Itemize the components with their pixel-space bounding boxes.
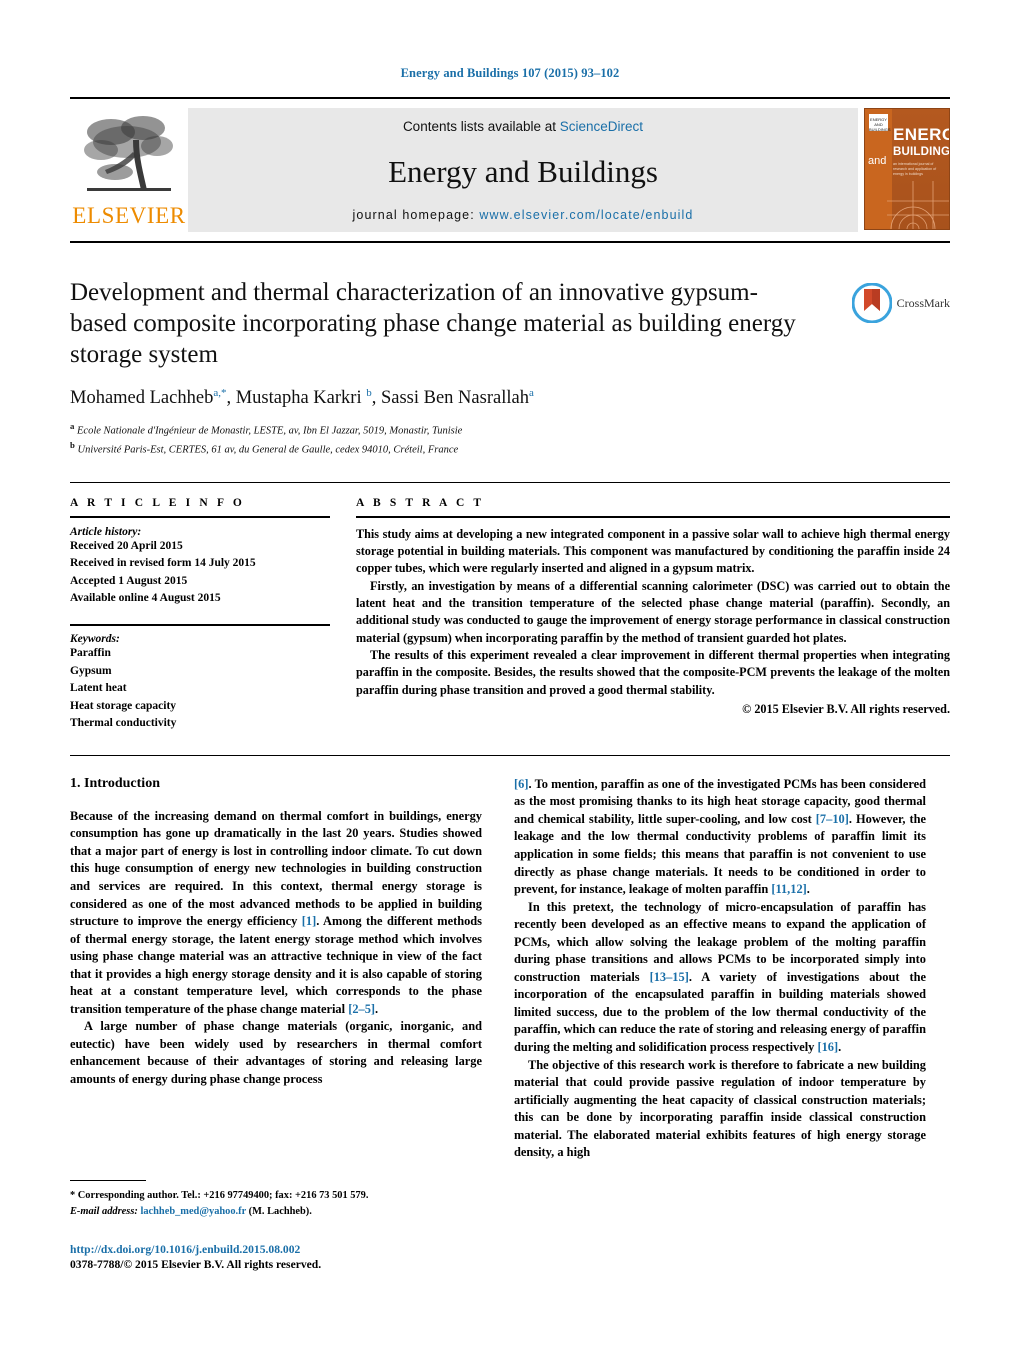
author-list: Mohamed Lachheba,*, Mustapha Karkri b, S… [70, 387, 534, 409]
footnote-rule [70, 1180, 146, 1181]
contents-prefix: Contents lists available at [402, 119, 560, 134]
intro-p1-part-c: . [375, 1001, 379, 1016]
abstract-paragraph: The results of this experiment revealed … [356, 647, 950, 697]
citation-ref[interactable]: [11,12] [771, 882, 806, 896]
keyword-item: Heat storage capacity [70, 699, 177, 712]
article-history-list: Received 20 April 2015 Received in revis… [70, 538, 330, 608]
footnote-corresponding: * Corresponding author. Tel.: +216 97749… [70, 1190, 369, 1201]
cover-and: and [868, 155, 887, 167]
keywords-label: Keywords: [70, 633, 120, 646]
cover-subtitle: an international journal of research and… [893, 162, 937, 176]
article-info-heading: A R T I C L E I N F O [70, 496, 245, 509]
journal-masthead: ELSEVIER Contents lists available at Sci… [70, 97, 950, 243]
title-block: Development and thermal characterization… [70, 277, 950, 458]
abstract-column: A B S T R A C T This study aims at devel… [356, 497, 950, 733]
body-column-left: 1. Introduction Because of the increasin… [70, 776, 482, 1162]
intro-p3-part-c: . [806, 882, 810, 897]
keyword-item: Paraffin [70, 647, 111, 660]
info-abstract-section: A R T I C L E I N F O Article history: R… [70, 483, 950, 733]
intro-p4-part-c: . [838, 1040, 842, 1055]
history-item: Accepted 1 August 2015 [70, 574, 188, 587]
citation-ref[interactable]: [1] [302, 914, 316, 928]
journal-homepage-link[interactable]: www.elsevier.com/locate/enbuild [479, 208, 693, 222]
intro-paragraph-1: Because of the increasing demand on ther… [70, 808, 482, 1019]
contents-available-line: Contents lists available at ScienceDirec… [403, 119, 643, 134]
crossmark-label: CrossMark [896, 295, 950, 310]
paper-page: Energy and Buildings 107 (2015) 93–102 E… [0, 0, 1020, 1351]
abstract-body: This study aims at developing a new inte… [356, 526, 950, 699]
intro-p1-part-a: Because of the increasing demand on ther… [70, 808, 482, 929]
crossmark-badge[interactable]: CrossMark [851, 283, 950, 323]
cover-buildings: BUILDINGS [893, 146, 950, 158]
affiliation-a-text: Ecole Nationale d'Ingénieur de Monastir,… [77, 425, 463, 437]
article-body: 1. Introduction Because of the increasin… [70, 776, 950, 1162]
abstract-copyright: © 2015 Elsevier B.V. All rights reserved… [742, 701, 950, 716]
cover-badge: ENERGY AND BUILDINGS [869, 114, 891, 132]
keywords-list: Paraffin Gypsum Latent heat Heat storage… [70, 645, 330, 732]
keyword-item: Gypsum [70, 664, 112, 677]
corresponding-author-footnote: * Corresponding author. Tel.: +216 97749… [70, 1180, 482, 1219]
abstract-heading: A B S T R A C T [356, 496, 485, 509]
history-item: Received 20 April 2015 [70, 539, 183, 552]
divider-below-abstract [70, 754, 950, 756]
citation-ref[interactable]: [2–5] [348, 1002, 375, 1016]
cover-graphic [887, 181, 949, 229]
footnote-email: E-mail address: lachheb_med@yahoo.fr (M.… [70, 1204, 482, 1220]
affiliation-b: b Université Paris-Est, CERTES, 61 av, d… [70, 439, 459, 456]
citation-ref[interactable]: [16] [817, 1040, 838, 1054]
doi-link[interactable]: http://dx.doi.org/10.1016/j.enbuild.2015… [70, 1243, 300, 1256]
abstract-paragraph: This study aims at developing a new inte… [356, 526, 950, 576]
keyword-item: Latent heat [70, 682, 127, 695]
history-item: Available online 4 August 2015 [70, 592, 221, 604]
journal-homepage-line: journal homepage: www.elsevier.com/locat… [353, 208, 694, 222]
masthead-center: Contents lists available at ScienceDirec… [188, 108, 858, 232]
keywords-block: Keywords: Paraffin Gypsum Latent heat He… [70, 624, 330, 732]
page-title: Development and thermal characterization… [70, 279, 796, 368]
keyword-item: Thermal conductivity [70, 717, 177, 730]
cover-energy: ENERGY [893, 125, 949, 144]
homepage-label: journal homepage: [352, 208, 475, 222]
page-footer: http://dx.doi.org/10.1016/j.enbuild.2015… [70, 1243, 570, 1271]
section-heading-introduction: 1. Introduction [70, 775, 160, 791]
elsevier-wordmark: ELSEVIER [72, 203, 186, 228]
citation-ref[interactable]: [6] [514, 777, 528, 791]
article-history-label: Article history: [70, 525, 142, 538]
sciencedirect-link[interactable]: ScienceDirect [560, 119, 643, 134]
affiliation-a: a Ecole Nationale d'Ingénieur de Monasti… [70, 421, 463, 437]
journal-cover-thumbnail: ENERGY AND BUILDINGS and ENERGY BUILDING… [858, 108, 950, 232]
history-item: Received in revised form 14 July 2015 [70, 557, 256, 570]
issn-copyright: 0378-7788/© 2015 Elsevier B.V. All right… [70, 1258, 322, 1271]
intro-p1-part-b: . Among the different methods of thermal… [70, 914, 482, 1016]
article-info-column: A R T I C L E I N F O Article history: R… [70, 497, 356, 733]
affiliation-b-text: Université Paris-Est, CERTES, 61 av, du … [77, 444, 459, 456]
footnote-email-suffix: (M. Lachheb). [248, 1205, 312, 1217]
intro-paragraph-5: The objective of this research work is t… [514, 1057, 926, 1160]
intro-paragraph-4: In this pretext, the technology of micro… [514, 899, 926, 1057]
email-link[interactable]: lachheb_med@yahoo.fr [140, 1206, 246, 1217]
footnote-email-label: E-mail address: [70, 1205, 138, 1217]
running-head: Energy and Buildings 107 (2015) 93–102 [400, 66, 620, 80]
intro-paragraph-2: A large number of phase change materials… [70, 1019, 482, 1087]
abstract-paragraph: Firstly, an investigation by means of a … [356, 578, 950, 645]
crossmark-icon [851, 283, 892, 323]
affiliations: a Ecole Nationale d'Ingénieur de Monasti… [70, 420, 950, 457]
citation-ref[interactable]: [7–10] [816, 812, 849, 826]
journal-title: Energy and Buildings [388, 153, 658, 189]
intro-paragraph-3: [6]. To mention, paraffin as one of the … [514, 776, 926, 899]
citation-ref[interactable]: [13–15] [650, 970, 689, 984]
elsevier-logo: ELSEVIER [70, 108, 188, 232]
cover-badge-text: ENERGY AND BUILDINGS [869, 117, 891, 132]
elsevier-tree-icon [84, 116, 173, 191]
body-column-right: [6]. To mention, paraffin as one of the … [514, 776, 926, 1162]
